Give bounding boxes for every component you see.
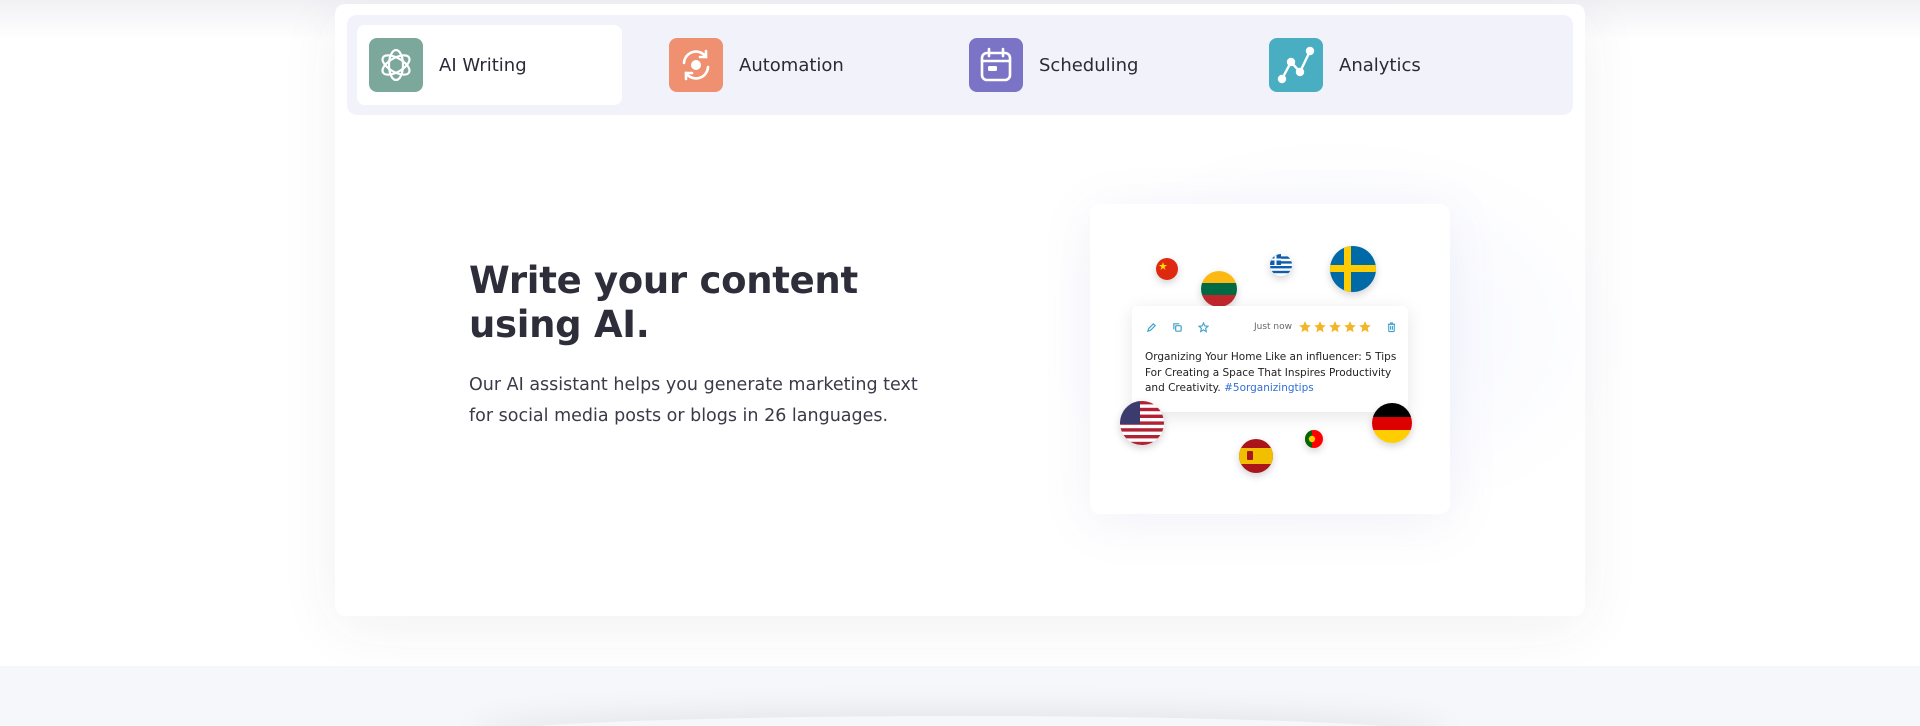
hero-title: Write your content using AI. [469,259,858,346]
sweden-flag [1330,246,1376,292]
tab-automation[interactable]: Automation [657,25,922,105]
rating-stars [1298,320,1373,334]
line-graph-icon [1269,38,1323,92]
post-hashtag[interactable]: #5organizingtips [1224,382,1314,394]
star-icon [1314,321,1326,333]
ai-writing-illustration: Just now Organizing Your Home Like an in… [1090,204,1450,514]
tab-label: AI Writing [439,54,527,76]
tab-label: Scheduling [1039,54,1139,76]
openai-logo-icon [369,38,423,92]
usa-flag [1120,401,1164,445]
tab-scheduling[interactable]: Scheduling [957,25,1222,105]
refresh-cycle-icon [669,38,723,92]
star-outline-icon[interactable] [1196,320,1210,334]
feature-tabs: AI Writing Automation Scheduling Analyti… [347,15,1573,115]
star-icon [1299,321,1311,333]
copy-icon[interactable] [1170,320,1184,334]
tab-label: Analytics [1339,54,1421,76]
star-icon [1329,321,1341,333]
calendar-icon [969,38,1023,92]
post-timestamp: Just now [1254,322,1293,332]
generated-post-card: Just now Organizing Your Home Like an in… [1132,306,1408,412]
lithuania-flag [1201,271,1237,307]
post-text: Organizing Your Home Like an influencer:… [1145,350,1401,397]
next-section-band [0,666,1920,726]
tab-label: Automation [739,54,844,76]
spain-flag [1239,439,1273,473]
hero-description: Our AI assistant helps you generate mark… [469,375,918,426]
greece-flag [1270,254,1292,276]
star-icon [1359,321,1371,333]
portugal-flag [1305,430,1323,448]
china-flag [1156,258,1178,280]
features-card: AI Writing Automation Scheduling Analyti… [335,4,1635,616]
germany-flag [1372,403,1412,443]
section-glow [470,716,1450,726]
tab-ai-writing[interactable]: AI Writing [357,25,622,105]
tab-analytics[interactable]: Analytics [1257,25,1522,105]
edit-icon[interactable] [1144,320,1158,334]
post-toolbar: Just now [1144,320,1398,336]
star-icon [1344,321,1356,333]
trash-icon[interactable] [1384,320,1398,334]
